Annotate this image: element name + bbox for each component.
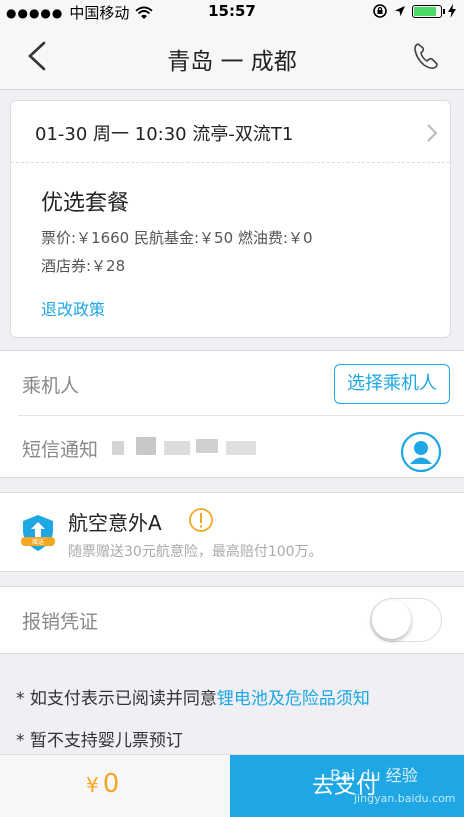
toggle-knob bbox=[372, 600, 411, 639]
battery-icon bbox=[412, 4, 445, 18]
flight-info-row[interactable]: 01-30 周一 10:30 流亭-双流T1 bbox=[11, 101, 450, 163]
contact-picker-icon[interactable] bbox=[400, 431, 442, 473]
redacted-phone bbox=[226, 441, 256, 455]
status-bar: ●●●●● 中国移动 15:57 bbox=[0, 0, 464, 22]
infant-notice: * 暂不支持婴儿票预订 bbox=[16, 731, 183, 751]
status-icons bbox=[372, 3, 456, 19]
nav-bar: 青岛 一 成都 bbox=[0, 22, 464, 90]
redacted-phone bbox=[136, 437, 156, 455]
refund-policy-link[interactable]: 退改政策 bbox=[41, 296, 105, 320]
charging-bolt-icon bbox=[448, 4, 456, 18]
orientation-lock-icon bbox=[373, 4, 387, 18]
page-title: 青岛 一 成都 bbox=[167, 49, 297, 75]
sms-notify-label: 短信通知 bbox=[22, 439, 99, 461]
invoice-toggle[interactable] bbox=[370, 598, 442, 642]
passenger-section: 乘机人 选择乘机人 短信通知 bbox=[0, 350, 464, 478]
chevron-right-icon bbox=[427, 124, 438, 142]
notice-text: * 如支付表示已阅读并同意 bbox=[16, 689, 217, 709]
location-arrow-icon bbox=[395, 6, 405, 16]
insurance-description: 随票赠送30元航意险，最高赔付100万。 bbox=[68, 544, 323, 560]
battery-fill bbox=[414, 6, 437, 16]
invoice-label: 报销凭证 bbox=[22, 611, 99, 633]
passenger-label: 乘机人 bbox=[22, 375, 80, 397]
redacted-phone bbox=[196, 439, 218, 453]
total-price: ¥0 bbox=[86, 769, 119, 799]
select-passenger-button[interactable]: 选择乘机人 bbox=[334, 364, 450, 404]
watermark-logo: Bai du 经验 bbox=[330, 766, 418, 785]
redacted-phone bbox=[112, 441, 124, 455]
total-amount: 0 bbox=[102, 769, 120, 799]
insurance-section[interactable]: 赠送 航空意外A 随票赠送30元航意险，最高赔付100万。 bbox=[0, 492, 464, 572]
svg-text:赠送: 赠送 bbox=[32, 538, 44, 546]
flight-info: 01-30 周一 10:30 流亭-双流T1 bbox=[35, 124, 294, 145]
battery-notice: * 如支付表示已阅读并同意锂电池及危险品须知 bbox=[16, 684, 370, 709]
insurance-shield-icon: 赠送 bbox=[21, 515, 55, 551]
watermark-url: jingyan.baidu.com bbox=[354, 792, 456, 805]
package-title: 优选套餐 bbox=[41, 191, 130, 216]
flight-card: 01-30 周一 10:30 流亭-双流T1 优选套餐 票价:￥1660 民航基… bbox=[10, 100, 451, 338]
info-icon[interactable] bbox=[188, 507, 214, 533]
price-breakdown: 票价:￥1660 民航基金:￥50 燃油费:￥0 bbox=[41, 229, 313, 247]
redacted-phone bbox=[164, 441, 190, 455]
invoice-section: 报销凭证 bbox=[0, 586, 464, 654]
phone-icon[interactable] bbox=[410, 40, 442, 72]
hotel-voucher: 酒店券:￥28 bbox=[41, 257, 126, 275]
currency-symbol: ¥ bbox=[86, 773, 99, 797]
divider bbox=[18, 415, 464, 416]
insurance-title: 航空意外A bbox=[68, 511, 162, 535]
dangerous-goods-link[interactable]: 锂电池及危险品须知 bbox=[217, 689, 370, 709]
